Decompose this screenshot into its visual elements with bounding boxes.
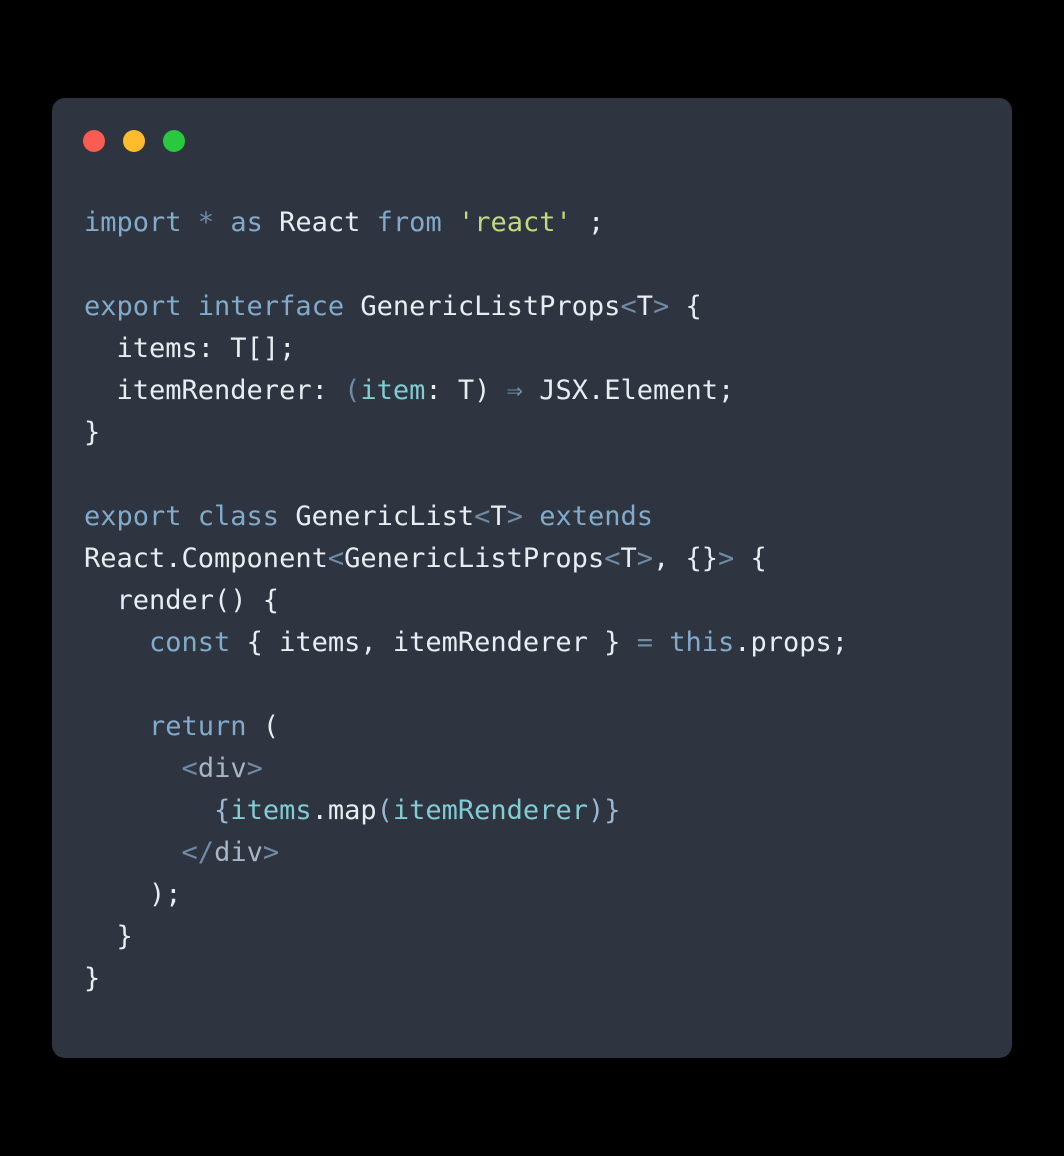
code-token: items [230,795,312,826]
code-token: extends [539,501,654,532]
code-token: * [197,207,215,238]
code-line: const { items, itemRenderer } = this.pro… [84,622,1012,664]
code-token: > [506,501,523,532]
code-token: } [84,963,101,994]
code-token: > [262,837,280,868]
code-token: < [604,543,621,574]
code-token: { items, itemRenderer } [230,627,637,658]
code-window-card: import * as React from 'react' ; export … [52,98,1012,1058]
code-token: export interface [84,291,345,322]
code-line: } [84,916,1012,958]
code-token: ); [84,879,182,910]
code-token: { [734,543,767,574]
code-line: render() { [84,580,1012,622]
code-token: : T) [425,375,491,406]
code-line: import * as React from 'react' ; [84,202,1012,244]
code-line: export interface GenericListProps<T> { [84,286,1012,328]
code-line: } [84,958,1012,1000]
code-token: React.Component [84,543,328,574]
code-line: ); [84,874,1012,916]
code-token: div [214,837,263,868]
code-token: < [474,501,491,532]
code-token: < [181,753,198,784]
code-token: item [360,375,426,406]
code-token: 'react' [457,207,572,238]
code-token: from [376,207,442,238]
code-token: .map [311,795,377,826]
code-token: GenericListProps [344,291,621,322]
code-line: items: T[]; [84,328,1012,370]
code-token: as [230,207,263,238]
code-token: .props; [734,627,849,658]
code-token: ; [571,207,605,238]
code-token: this [669,627,735,658]
minimize-window-dot[interactable] [123,130,145,152]
close-window-dot[interactable] [83,130,105,152]
code-token: T [636,291,653,322]
code-token: const [149,627,231,658]
code-token: T [620,543,637,574]
code-token: > [636,543,653,574]
code-token: render() { [84,585,280,616]
code-token: } [604,795,621,826]
code-token: export class [84,501,280,532]
code-token: GenericListProps [344,543,605,574]
code-token: T [490,501,507,532]
code-line: React.Component<GenericListProps<T>, {}>… [84,538,1012,580]
code-token: import [84,207,182,238]
code-token: div [197,753,247,784]
code-token: GenericList [279,501,475,532]
code-token: > [718,543,735,574]
code-token: > [652,291,670,322]
screenshot-root: import * as React from 'react' ; export … [0,0,1064,1156]
code-token: itemRenderer [392,795,588,826]
code-token: , {} [653,543,719,574]
window-titlebar [83,130,185,152]
code-line: return ( [84,706,1012,748]
code-token: ( [376,795,393,826]
code-block: import * as React from 'react' ; export … [84,202,1012,1000]
code-token: JSX.Element; [539,375,735,406]
code-token: ( [246,711,280,742]
code-line: itemRenderer: (item: T) ⇒ JSX.Element; [84,370,1012,412]
code-line: </div> [84,832,1012,874]
code-token: } [84,417,101,448]
maximize-window-dot[interactable] [163,130,185,152]
code-line: <div> [84,748,1012,790]
code-token: < [327,543,345,574]
code-line: } [84,412,1012,454]
code-token: < [620,291,637,322]
code-line: export class GenericList<T> extends [84,496,1012,538]
code-token: return [149,711,247,742]
code-token: = [636,627,653,658]
code-token: items: T[]; [84,333,296,364]
code-line: {items.map(itemRenderer)} [84,790,1012,832]
code-token: React [279,207,361,238]
code-token: { [669,291,702,322]
code-token: </ [181,837,215,868]
code-token: ⇒ [490,375,540,406]
code-token: { [214,795,231,826]
code-token: > [246,753,263,784]
code-token: itemRenderer: [84,375,345,406]
code-token: } [84,921,133,952]
code-token: ( [344,375,361,406]
code-token: ) [587,795,605,826]
